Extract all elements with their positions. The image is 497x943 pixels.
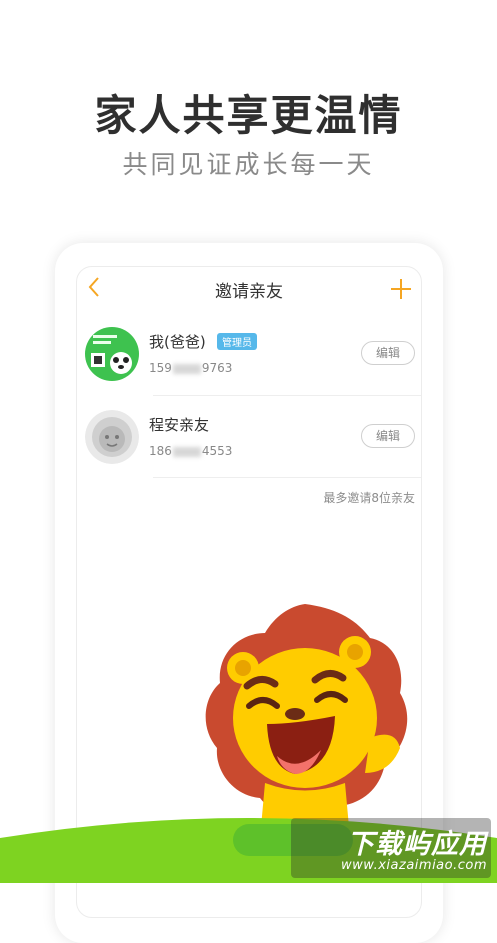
member-phone: 186 4553 bbox=[149, 444, 233, 458]
divider bbox=[153, 477, 421, 478]
lion-mascot-icon bbox=[205, 604, 408, 838]
admin-badge: 管理员 bbox=[217, 333, 257, 350]
avatar bbox=[85, 327, 139, 381]
nav-title: 邀请亲友 bbox=[215, 282, 283, 302]
edit-button[interactable]: 编辑 bbox=[361, 341, 415, 365]
hero-subtitle: 共同见证成长每一天 bbox=[122, 150, 375, 179]
masked-digits bbox=[172, 446, 201, 457]
lion-avatar-icon bbox=[85, 410, 139, 464]
avatar-qr-image-icon bbox=[85, 327, 139, 381]
member-phone: 159 9763 bbox=[149, 361, 233, 375]
avatar bbox=[85, 410, 139, 464]
divider bbox=[153, 395, 421, 396]
member-name: 程安亲友 bbox=[149, 416, 210, 434]
watermark-text: 下载屿应用 bbox=[347, 829, 487, 860]
edit-button[interactable]: 编辑 bbox=[361, 424, 415, 448]
member-row[interactable]: 我(爸爸) 管理员 159 9763 编辑 bbox=[77, 327, 421, 409]
member-name: 我(爸爸) bbox=[149, 333, 206, 351]
invite-limit-note: 最多邀请8位亲友 bbox=[323, 491, 415, 505]
watermark-url: www.xiazaimiao.com bbox=[341, 858, 487, 873]
nav-bar: 邀请亲友 bbox=[77, 267, 421, 311]
member-row[interactable]: 程安亲友 186 4553 编辑 bbox=[77, 410, 421, 492]
add-icon[interactable] bbox=[389, 277, 413, 301]
masked-digits bbox=[172, 363, 201, 374]
hero-title: 家人共享更温情 bbox=[94, 91, 403, 140]
